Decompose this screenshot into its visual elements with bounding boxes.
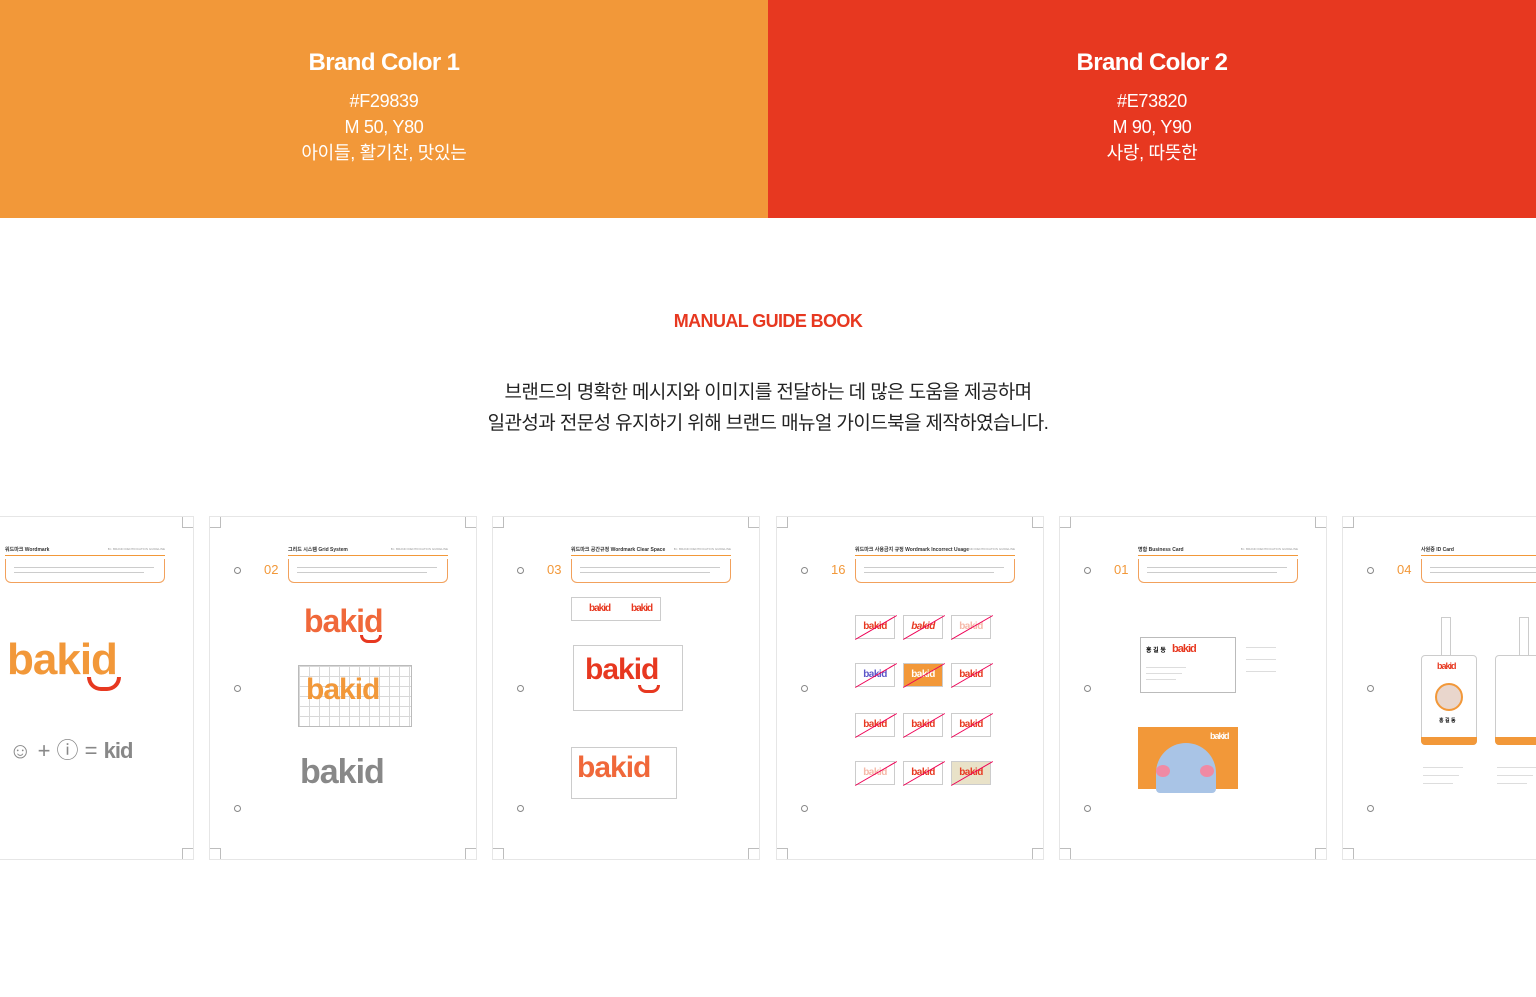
- page-intro-box: [5, 559, 165, 583]
- page-number: 01: [1114, 562, 1129, 577]
- logo-smile: [87, 677, 121, 691]
- clear-space-small-logo-2: bakid: [631, 603, 653, 614]
- manual-pages-strip: 워드마크 Wordmark B.I. BRAND IDENTIFICATION …: [0, 516, 1536, 862]
- incorrect-thumb: bakid: [855, 663, 895, 687]
- page-header: 그리드 시스템 Grid System B.I. BRAND IDENTIFIC…: [288, 547, 448, 556]
- incorrect-thumb: bakid: [951, 615, 991, 639]
- manual-page-wordmark: 워드마크 Wordmark B.I. BRAND IDENTIFICATION …: [0, 516, 194, 860]
- page-header: 명함 Business Card B.I. BRAND IDENTIFICATI…: [1138, 547, 1298, 556]
- incorrect-thumb: bakid: [951, 713, 991, 737]
- incorrect-thumb: bakid: [855, 761, 895, 785]
- manual-page-incorrect-usage: 16 워드마크 사용금지 규정 Wordmark Incorrect Usage…: [776, 516, 1044, 860]
- brand-color-2-cmyk: M 90, Y90: [1112, 117, 1192, 137]
- id-card-photo: [1435, 683, 1463, 711]
- business-card-name: 홍 길 동: [1146, 648, 1166, 654]
- symbol-icons: ☺ + ⓘ = kid: [9, 738, 133, 763]
- clear-space-logo-2: bakid: [577, 751, 651, 784]
- page-title: 그리드 시스템 Grid System: [288, 547, 348, 553]
- mascot-cheek-left: [1156, 765, 1170, 777]
- gray-logo: bakid: [300, 753, 385, 791]
- incorrect-thumb: bakid: [855, 713, 895, 737]
- incorrect-thumb: bakid: [903, 615, 943, 639]
- id-card-footer: [1421, 737, 1477, 745]
- page-title: 사원증 ID Card: [1421, 547, 1454, 553]
- page-number: 04: [1397, 562, 1412, 577]
- brand-color-2-keywords: 사랑, 따뜻한: [1106, 143, 1198, 163]
- brand-color-1-hex: #F29839: [349, 91, 419, 111]
- brand-color-2-title: Brand Color 2: [1076, 49, 1228, 76]
- brand-colors: Brand Color 1 #F29839 M 50, Y80 아이들, 활기찬…: [0, 0, 1536, 218]
- business-card-logo: bakid: [1172, 643, 1197, 655]
- lanyard-right: [1519, 617, 1529, 657]
- manual-description-line-1: 브랜드의 명확한 메시지와 이미지를 전달하는 데 많은 도움을 제공하며: [504, 382, 1033, 403]
- manual-description-line-2: 일관성과 전문성 유지하기 위해 브랜드 매뉴얼 가이드북을 제작하였습니다.: [487, 413, 1049, 434]
- grid-logo: bakid: [306, 673, 380, 706]
- manual-description: 브랜드의 명확한 메시지와 이미지를 전달하는 데 많은 도움을 제공하며 일관…: [0, 377, 1536, 439]
- manual-page-grid-system: 02 그리드 시스템 Grid System B.I. BRAND IDENTI…: [209, 516, 477, 860]
- mascot-cheek-right: [1200, 765, 1214, 777]
- page-title: 워드마크 사용금지 규정 Wordmark Incorrect Usage: [855, 547, 969, 553]
- page-header: 사원증 ID Card: [1421, 547, 1536, 556]
- brand-color-1-cmyk: M 50, Y80: [344, 117, 424, 137]
- page-number: 16: [831, 562, 846, 577]
- page-number: 02: [264, 562, 279, 577]
- incorrect-thumb: bakid: [903, 663, 943, 687]
- brand-color-2-swatch: Brand Color 2 #E73820 M 90, Y90 사랑, 따뜻한: [768, 0, 1536, 218]
- logo-smile: [360, 635, 382, 643]
- brand-color-1-title: Brand Color 1: [308, 49, 460, 76]
- incorrect-thumb: bakid: [951, 663, 991, 687]
- id-card-back: [1495, 655, 1536, 745]
- lanyard-left: [1441, 617, 1451, 657]
- brand-color-1-swatch: Brand Color 1 #F29839 M 50, Y80 아이들, 활기찬…: [0, 0, 768, 218]
- incorrect-thumb: bakid: [855, 615, 895, 639]
- business-card-back-logo: bakid: [1210, 731, 1229, 741]
- page-intro-box: [288, 559, 448, 583]
- page-intro-box: [1138, 559, 1298, 583]
- brand-color-2-hex: #E73820: [1117, 91, 1187, 111]
- page-intro-box: [855, 559, 1015, 583]
- page-header: 워드마크 공간규정 Wordmark Clear Space B.I. BRAN…: [571, 547, 731, 556]
- incorrect-thumb: bakid: [903, 761, 943, 785]
- page-header: 워드마크 사용금지 규정 Wordmark Incorrect Usage B.…: [855, 547, 1015, 556]
- id-card-back-footer: [1495, 737, 1536, 745]
- id-card-logo: bakid: [1437, 661, 1456, 671]
- clear-space-logo: bakid: [585, 653, 659, 686]
- page-header: 워드마크 Wordmark B.I. BRAND IDENTIFICATION …: [5, 547, 165, 556]
- incorrect-thumb: bakid: [951, 761, 991, 785]
- page-number: 03: [547, 562, 562, 577]
- page-intro-box: [1421, 559, 1536, 583]
- manual-page-id-card: 04 사원증 ID Card bakid 홍 길 동: [1342, 516, 1536, 860]
- page-intro-box: [571, 559, 731, 583]
- manual-page-clear-space: 03 워드마크 공간규정 Wordmark Clear Space B.I. B…: [492, 516, 760, 860]
- page-title: 워드마크 공간규정 Wordmark Clear Space: [571, 547, 666, 553]
- incorrect-thumb: bakid: [903, 713, 943, 737]
- page-title: 워드마크 Wordmark: [5, 547, 50, 553]
- manual-page-business-card: 01 명함 Business Card B.I. BRAND IDENTIFIC…: [1059, 516, 1327, 860]
- id-card-name: 홍 길 동: [1439, 718, 1456, 724]
- clear-space-small-logo: bakid: [589, 603, 611, 614]
- manual-heading: MANUAL GUIDE BOOK: [673, 311, 863, 331]
- page-title: 명함 Business Card: [1138, 547, 1184, 553]
- brand-color-1-keywords: 아이들, 활기찬, 맛있는: [301, 143, 467, 163]
